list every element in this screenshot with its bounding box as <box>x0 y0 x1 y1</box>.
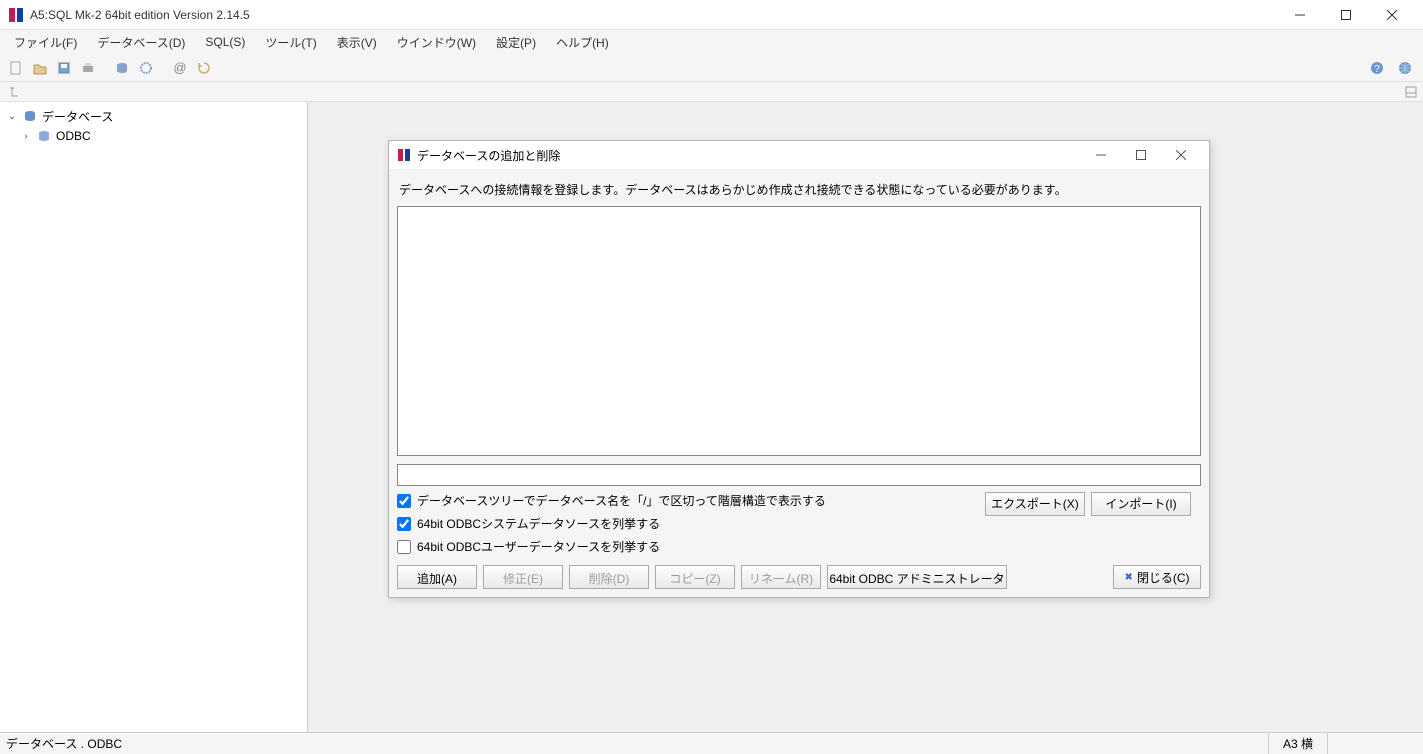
main-titlebar: A5:SQL Mk-2 64bit edition Version 2.14.5 <box>0 0 1423 30</box>
menubar: ファイル(F) データベース(D) SQL(S) ツール(T) 表示(V) ウイ… <box>0 30 1423 54</box>
delete-button: 削除(D) <box>569 565 649 589</box>
add-button[interactable]: 追加(A) <box>397 565 477 589</box>
check-odbc-user[interactable] <box>397 540 411 554</box>
dialog-description: データベースへの接続情報を登録します。データベースはあらかじめ作成され接続できる… <box>397 177 1201 206</box>
check-odbc-system[interactable] <box>397 517 411 531</box>
menu-view[interactable]: 表示(V) <box>327 30 387 55</box>
globe-icon[interactable] <box>1395 58 1415 78</box>
minimize-button[interactable] <box>1277 0 1323 30</box>
menu-file[interactable]: ファイル(F) <box>4 30 87 55</box>
app-icon <box>397 148 411 162</box>
menu-database[interactable]: データベース(D) <box>87 30 195 55</box>
print-icon[interactable] <box>78 58 98 78</box>
at-icon[interactable]: @ <box>170 58 190 78</box>
menu-window[interactable]: ウインドウ(W) <box>387 30 486 55</box>
db-name-input[interactable] <box>397 464 1201 486</box>
menu-help[interactable]: ヘルプ(H) <box>546 30 619 55</box>
copy-button: コピー(Z) <box>655 565 735 589</box>
sidebar: ⌄ データベース › ODBC <box>0 102 308 732</box>
expander-icon[interactable]: ⌄ <box>6 111 18 122</box>
rename-button: リネーム(R) <box>741 565 821 589</box>
add-remove-db-dialog: データベースの追加と削除 データベースへの接続情報を登録します。データベースはあ… <box>388 140 1210 598</box>
db-listbox[interactable] <box>397 206 1201 456</box>
check-odbc-user-label: 64bit ODBCユーザーデータソースを列挙する <box>417 538 660 555</box>
edit-button: 修正(E) <box>483 565 563 589</box>
sub-toolbar <box>0 82 1423 102</box>
status-page-size: A3 横 <box>1268 733 1327 754</box>
new-icon[interactable] <box>6 58 26 78</box>
toolbar: @ ? <box>0 54 1423 82</box>
dialog-title: データベースの追加と削除 <box>417 147 1081 164</box>
menu-settings[interactable]: 設定(P) <box>486 30 546 55</box>
expander-icon[interactable]: › <box>20 131 32 142</box>
window-title: A5:SQL Mk-2 64bit edition Version 2.14.5 <box>30 8 1277 22</box>
import-button[interactable]: インポート(I) <box>1091 492 1191 516</box>
close-dialog-button[interactable]: ✖ 閉じる(C) <box>1113 565 1201 589</box>
panel-toggle-icon[interactable] <box>1403 84 1419 100</box>
check-tree-label: データベースツリーでデータベース名を「/」で区切って階層構造で表示する <box>417 492 826 509</box>
database-group-icon <box>22 108 38 124</box>
odbc-icon <box>36 128 52 144</box>
refresh-icon[interactable] <box>194 58 214 78</box>
menu-sql[interactable]: SQL(S) <box>195 31 255 53</box>
db-connect-icon[interactable] <box>112 58 132 78</box>
odbc-admin-button[interactable]: 64bit ODBC アドミニストレータ <box>827 565 1007 589</box>
svg-text:?: ? <box>1374 64 1380 75</box>
open-icon[interactable] <box>30 58 50 78</box>
tree-child-label: ODBC <box>56 129 91 143</box>
statusbar: データベース . ODBC A3 横 <box>0 732 1423 754</box>
db-settings-icon[interactable] <box>136 58 156 78</box>
tree-child-odbc[interactable]: › ODBC <box>4 126 303 146</box>
menu-tool[interactable]: ツール(T) <box>255 30 326 55</box>
export-button[interactable]: エクスポート(X) <box>985 492 1085 516</box>
tree-collapse-icon[interactable] <box>6 84 22 100</box>
pin-icon: ✖ <box>1124 572 1132 583</box>
close-dialog-label: 閉じる(C) <box>1137 569 1190 586</box>
check-tree-hierarchy[interactable] <box>397 494 411 508</box>
dialog-titlebar[interactable]: データベースの追加と削除 <box>389 141 1209 169</box>
status-left: データベース . ODBC <box>6 735 1268 752</box>
save-icon[interactable] <box>54 58 74 78</box>
check-odbc-system-label: 64bit ODBCシステムデータソースを列挙する <box>417 515 660 532</box>
status-empty <box>1327 733 1417 754</box>
db-tree[interactable]: ⌄ データベース › ODBC <box>0 102 307 150</box>
dialog-close-button[interactable] <box>1161 142 1201 168</box>
help-icon[interactable]: ? <box>1367 58 1387 78</box>
maximize-button[interactable] <box>1323 0 1369 30</box>
tree-root-label: データベース <box>42 108 113 125</box>
dialog-minimize-button[interactable] <box>1081 142 1121 168</box>
app-icon <box>8 7 24 23</box>
dialog-maximize-button[interactable] <box>1121 142 1161 168</box>
tree-root[interactable]: ⌄ データベース <box>4 106 303 126</box>
close-button[interactable] <box>1369 0 1415 30</box>
